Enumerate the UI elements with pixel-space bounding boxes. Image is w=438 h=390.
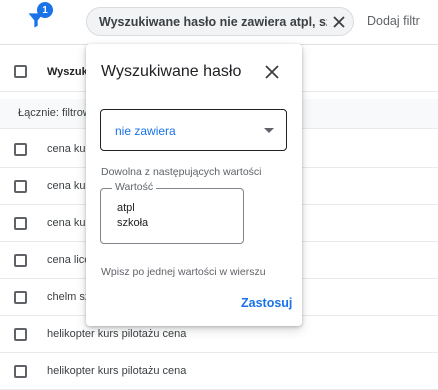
value-line: atpl [117,202,135,214]
row-checkbox[interactable] [14,328,27,341]
operator-select[interactable]: nie zawiera [100,109,287,151]
any-values-hint: Dowolna z następujących wartości [101,166,262,178]
value-line: szkoła [117,217,149,229]
operator-value: nie zawiera [115,124,176,138]
filter-chip-label: Wyszukiwane hasło nie zawiera atpl, szko… [99,14,327,29]
values-label: Wartość [112,181,157,193]
one-per-line-hint: Wpisz po jednej wartości w wierszu [101,266,266,278]
add-filter-button[interactable]: Dodaj filtr [367,14,420,28]
filter-chip[interactable]: Wyszukiwane hasło nie zawiera atpl, szko… [86,7,354,36]
row-checkbox[interactable] [14,143,27,156]
row-search-term: helikopter kurs pilotażu cena [47,328,187,340]
apply-button[interactable]: Zastosuj [241,296,292,310]
row-checkbox[interactable] [14,365,27,378]
filter-count-badge: 1 [37,2,53,18]
close-icon[interactable] [264,64,280,80]
select-all-checkbox[interactable] [14,65,27,78]
dialog-title: Wyszukiwane hasło [101,63,242,80]
values-textarea[interactable]: Wartość atpl szkoła [100,181,244,244]
filter-dialog: Wyszukiwane hasło nie zawiera Dowolna z … [86,44,302,326]
close-icon[interactable] [332,15,346,29]
row-checkbox[interactable] [14,217,27,230]
row-checkbox[interactable] [14,291,27,304]
row-checkbox[interactable] [14,254,27,267]
dropdown-arrow-icon [264,128,274,133]
row-checkbox[interactable] [14,180,27,193]
filter-bar: 1 Wyszukiwane hasło nie zawiera atpl, sz… [0,0,438,44]
table-row: helikopter kurs pilotażu cena [0,353,438,390]
row-search-term: helikopter kurs pilotażu cena [47,365,187,377]
